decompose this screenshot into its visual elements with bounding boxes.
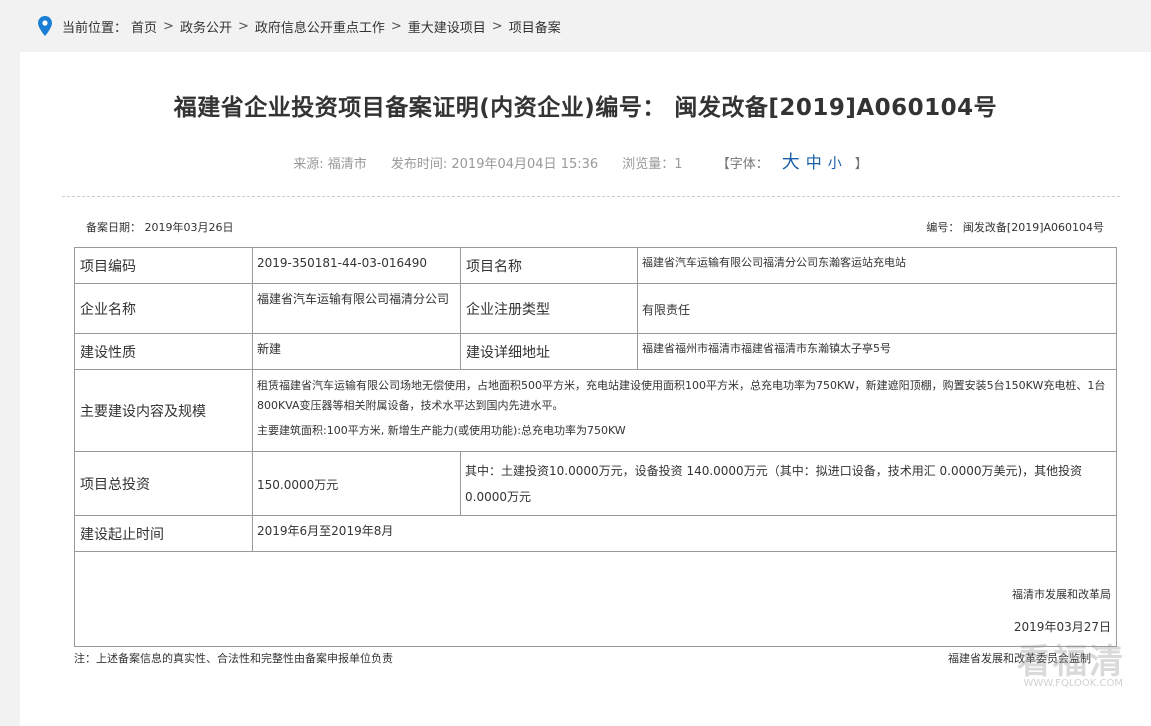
company-type-label: 企业注册类型 <box>460 283 638 334</box>
breadcrumb-project-filing-link[interactable]: 项目备案 <box>509 21 561 36</box>
breadcrumb-major-projects-link[interactable]: 重大建设项目 <box>408 21 486 36</box>
construction-address-label: 建设详细地址 <box>460 333 638 370</box>
project-code-label: 项目编码 <box>74 247 253 284</box>
total-investment-value: 150.0000万元 <box>252 451 461 516</box>
font-size-label: 【字体： <box>716 157 769 172</box>
sign-date: 2019年03月27日 <box>1013 620 1111 634</box>
table-row: 建设起止时间 2019年6月至2019年8月 <box>74 515 1117 552</box>
font-size-large-button[interactable]: 大 <box>782 152 800 173</box>
construction-content-text: 租赁福建省汽车运输有限公司场地无偿使用，占地面积500平方米，充电站建设使用面积… <box>257 379 1106 412</box>
table-row: 福清市发展和改革局 2019年03月27日 <box>74 551 1117 647</box>
construction-address-value: 福建省福州市福清市福建省福清市东瀚镇太子亭5号 <box>637 333 1117 370</box>
company-name-label: 企业名称 <box>74 283 253 334</box>
project-code-value: 2019-350181-44-03-016490 <box>252 247 461 284</box>
location-pin-icon <box>38 16 52 36</box>
total-investment-label: 项目总投资 <box>74 451 253 516</box>
construction-period-value: 2019年6月至2019年8月 <box>252 515 1117 552</box>
record-date: 备案日期： 2019年03月26日 <box>86 219 234 235</box>
font-size-small-button[interactable]: 小 <box>828 156 842 172</box>
breadcrumb-separator: > <box>163 18 174 34</box>
breadcrumb: 当前位置： 首页 > 政务公开 > 政府信息公开重点工作 > 重大建设项目 > … <box>0 0 1151 52</box>
investment-detail-value: 其中：土建投资10.0000万元，设备投资 140.0000万元（其中：拟进口设… <box>460 451 1117 516</box>
table-row: 主要建设内容及规模 租赁福建省汽车运输有限公司场地无偿使用，占地面积500平方米… <box>74 369 1117 452</box>
breadcrumb-home-link[interactable]: 首页 <box>131 21 157 36</box>
table-row: 企业名称 福建省汽车运输有限公司福清分公司 企业注册类型 有限责任 <box>74 283 1117 334</box>
record-number-value: 闽发改备[2019]A060104号 <box>962 221 1104 234</box>
breadcrumb-separator: > <box>237 18 249 34</box>
article-publish-time: 发布时间: 2019年04月04日 15:36 <box>390 157 599 172</box>
breadcrumb-key-work-link[interactable]: 政府信息公开重点工作 <box>255 21 385 36</box>
font-size-bracket: 】 <box>854 157 868 172</box>
watermark-url: WWW.FQLOOK.COM <box>1023 678 1124 689</box>
divider <box>62 196 1120 197</box>
article-meta: 来源: 福清市 发布时间: 2019年04月04日 15:36 浏览量：1 【字… <box>20 148 1151 174</box>
issuing-agency: 福清市发展和改革局 <box>1012 588 1111 601</box>
company-name-value: 福建省汽车运输有限公司福清分公司 <box>252 283 461 334</box>
breadcrumb-separator: > <box>390 18 402 34</box>
record-number-label: 编号： <box>926 221 960 234</box>
record-table: 项目编码 2019-350181-44-03-016490 项目名称 福建省汽车… <box>74 247 1117 647</box>
construction-period-label: 建设起止时间 <box>74 515 253 552</box>
construction-area-text: 主要建筑面积:100平方米, 新增生产能力(或使用功能):总充电功率为750KW <box>257 424 626 437</box>
supervisor-note: 福建省发展和改革委员会监制 <box>948 652 1091 665</box>
project-name-label: 项目名称 <box>460 247 638 284</box>
record-date-label: 备案日期： <box>86 221 141 234</box>
table-row: 建设性质 新建 建设详细地址 福建省福州市福清市福建省福清市东瀚镇太子亭5号 <box>74 333 1117 370</box>
breadcrumb-prefix: 当前位置： <box>62 20 128 36</box>
article-source: 来源: 福清市 <box>293 157 367 172</box>
article-panel: 福建省企业投资项目备案证明(内资企业)编号： 闽发改备[2019]A060104… <box>20 52 1151 726</box>
article-views: 浏览量：1 <box>622 157 683 172</box>
font-size-medium-button[interactable]: 中 <box>806 153 822 172</box>
record-number: 编号： 闽发改备[2019]A060104号 <box>926 219 1104 235</box>
construction-content-label: 主要建设内容及规模 <box>74 369 253 452</box>
project-name-value: 福建省汽车运输有限公司福清分公司东瀚客运站充电站 <box>637 247 1117 284</box>
construction-nature-value: 新建 <box>252 333 461 370</box>
breadcrumb-separator: > <box>491 18 503 34</box>
disclaimer-note: 注：上述备案信息的真实性、合法性和完整性由备案申报单位负责 <box>74 652 393 665</box>
breadcrumb-gov-affairs-link[interactable]: 政务公开 <box>180 21 232 36</box>
signature-cell: 福清市发展和改革局 2019年03月27日 <box>74 551 1117 647</box>
company-type-value: 有限责任 <box>637 283 1117 334</box>
table-row: 项目编码 2019-350181-44-03-016490 项目名称 福建省汽车… <box>74 247 1117 284</box>
table-row: 项目总投资 150.0000万元 其中：土建投资10.0000万元，设备投资 1… <box>74 451 1117 516</box>
construction-nature-label: 建设性质 <box>74 333 253 370</box>
font-size-switcher: 【字体： 大中小】 <box>707 152 878 173</box>
record-date-value: 2019年03月26日 <box>144 221 234 234</box>
construction-content-value: 租赁福建省汽车运输有限公司场地无偿使用，占地面积500平方米，充电站建设使用面积… <box>252 369 1117 452</box>
page-title: 福建省企业投资项目备案证明(内资企业)编号： 闽发改备[2019]A060104… <box>173 95 998 121</box>
